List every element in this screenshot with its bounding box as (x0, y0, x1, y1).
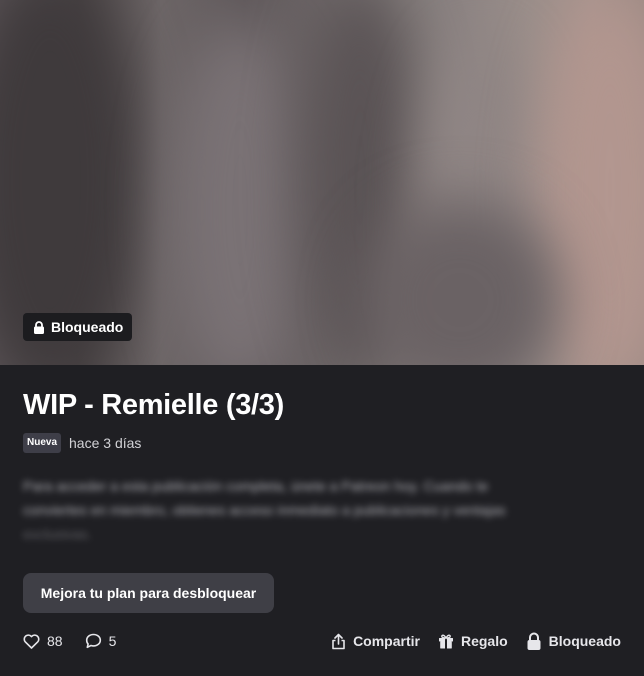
post-actions-bar: 88 5 Compartir Regalo Bloqueado (23, 629, 621, 653)
blurred-line: Para acceder a esta publicación completa… (23, 478, 489, 494)
upgrade-to-unlock-button[interactable]: Mejora tu plan para desbloquear (23, 573, 274, 613)
blurred-line: exclusivas. (23, 526, 92, 542)
post-meta: Nueva hace 3 días (23, 433, 141, 453)
locked-badge-label: Bloqueado (51, 319, 124, 335)
post-preview-image[interactable]: Bloqueado (0, 0, 644, 365)
locked-label: Bloqueado (548, 633, 621, 649)
gift-button[interactable]: Regalo (438, 632, 508, 651)
comment-icon (85, 633, 102, 649)
share-icon (331, 633, 346, 650)
comments-button[interactable]: 5 (85, 633, 117, 649)
heart-icon (23, 633, 40, 649)
post-title[interactable]: WIP - Remielle (3/3) (23, 389, 284, 422)
blurred-post-excerpt: Para acceder a esta publicación completa… (23, 474, 613, 546)
blurred-line: conviertes en miembro, obtienes acceso i… (23, 502, 506, 518)
gift-label: Regalo (460, 633, 508, 649)
comments-count: 5 (108, 633, 117, 649)
post-card: Bloqueado WIP - Remielle (3/3) Nueva hac… (0, 0, 644, 676)
new-badge: Nueva (23, 433, 62, 453)
locked-badge: Bloqueado (23, 313, 133, 341)
lock-icon (526, 632, 542, 651)
like-button[interactable]: 88 (23, 633, 63, 649)
likes-count: 88 (47, 633, 63, 649)
locked-status[interactable]: Bloqueado (526, 632, 621, 651)
share-label: Compartir (353, 633, 420, 649)
lock-icon (33, 320, 45, 334)
share-button[interactable]: Compartir (331, 632, 420, 651)
post-timestamp: hace 3 días (69, 435, 142, 451)
gift-icon (438, 633, 454, 649)
